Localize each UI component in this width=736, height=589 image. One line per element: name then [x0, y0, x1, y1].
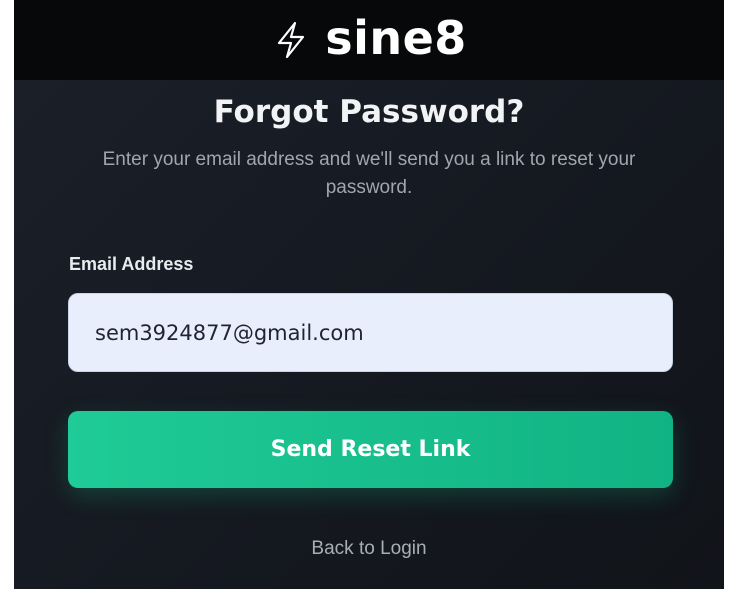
page-title: Forgot Password? [213, 94, 525, 130]
brand-name[interactable]: sine8 [325, 15, 467, 61]
email-field[interactable] [68, 293, 673, 372]
back-to-login-link[interactable]: Back to Login [14, 535, 724, 563]
send-reset-link-button[interactable]: Send Reset Link [68, 411, 673, 488]
page-subtitle: Enter your email address and we'll send … [102, 149, 636, 198]
app-frame: sine8 Forgot Password? Enter your email … [14, 0, 724, 589]
header-bar: sine8 [14, 0, 724, 80]
email-label: Email Address [69, 254, 194, 274]
forgot-password-panel: Forgot Password? Enter your email addres… [14, 80, 724, 589]
lightning-bolt-icon [278, 21, 305, 59]
